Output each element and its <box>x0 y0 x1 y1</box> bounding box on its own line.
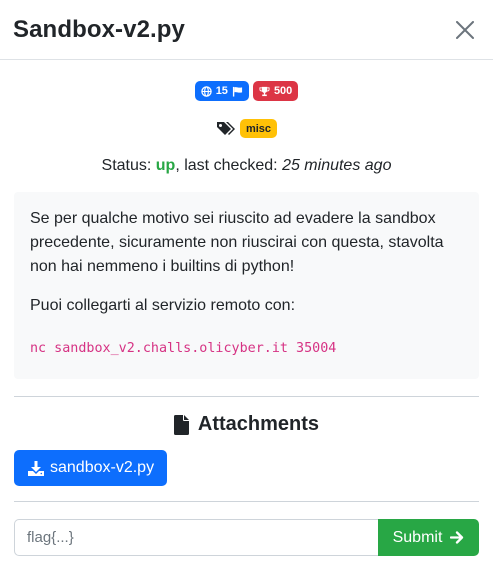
flag-icon <box>232 86 243 97</box>
last-checked-label: , last checked: <box>175 157 278 174</box>
status-label: Status: <box>101 157 152 174</box>
tag-misc[interactable]: misc <box>239 119 278 138</box>
divider <box>14 501 479 502</box>
modal-header: Sandbox-v2.py <box>0 0 493 60</box>
description-paragraph: Puoi collegarti al servizio remoto con: <box>30 297 296 314</box>
attachment-download-button[interactable]: sandbox-v2.py <box>14 450 168 486</box>
challenge-description: Se per qualche motivo sei riuscito ad ev… <box>14 192 479 379</box>
solves-count: 15 <box>215 85 228 97</box>
challenge-badges: 15 500 <box>0 81 493 101</box>
attachments-heading: Attachments <box>0 413 493 436</box>
solves-badge: 15 <box>194 81 249 101</box>
status-line: Status: up, last checked: 25 minutes ago <box>0 157 493 175</box>
download-icon <box>28 460 44 476</box>
close-button[interactable] <box>451 16 479 44</box>
close-icon <box>456 20 474 39</box>
tags-row: misc <box>0 119 493 138</box>
trophy-icon <box>259 86 270 96</box>
submit-label: Submit <box>392 528 443 546</box>
arrow-right-icon <box>450 531 464 544</box>
file-icon <box>173 414 189 435</box>
submit-button[interactable]: Submit <box>378 519 479 556</box>
status-value: up <box>155 157 176 174</box>
tags-icon <box>216 121 235 135</box>
flag-input[interactable] <box>14 519 378 556</box>
attachment-filename: sandbox-v2.py <box>50 459 155 476</box>
flag-form: Submit <box>14 519 479 556</box>
modal-title: Sandbox-v2.py <box>13 15 186 43</box>
points-value: 500 <box>273 85 293 97</box>
divider <box>14 396 479 397</box>
connection-command: nc sandbox_v2.challs.olicyber.it 35004 <box>30 341 337 356</box>
globe-icon <box>200 85 212 97</box>
challenge-modal: Sandbox-v2.py 15 500 misc Status: up, la… <box>0 0 493 572</box>
last-checked-time: 25 minutes ago <box>282 157 392 174</box>
points-badge: 500 <box>252 81 299 101</box>
description-paragraph: Se per qualche motivo sei riuscito ad ev… <box>30 210 444 275</box>
attachments-title: Attachments <box>197 413 320 435</box>
